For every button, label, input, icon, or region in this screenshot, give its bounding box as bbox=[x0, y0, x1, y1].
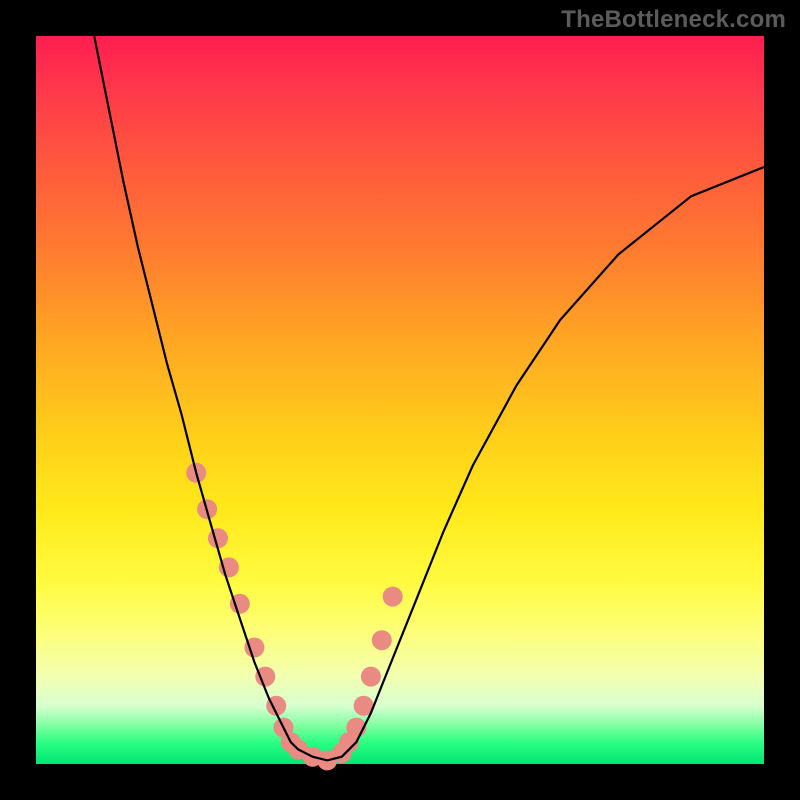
marker-dot bbox=[372, 630, 392, 650]
marker-dot bbox=[383, 587, 403, 607]
chart-frame: TheBottleneck.com bbox=[0, 0, 800, 800]
marker-dot bbox=[361, 667, 381, 687]
chart-svg bbox=[36, 36, 764, 764]
bottleneck-curve bbox=[94, 36, 764, 760]
chart-plot-area bbox=[36, 36, 764, 764]
marker-dots-group bbox=[186, 463, 403, 771]
watermark-label: TheBottleneck.com bbox=[561, 6, 786, 34]
